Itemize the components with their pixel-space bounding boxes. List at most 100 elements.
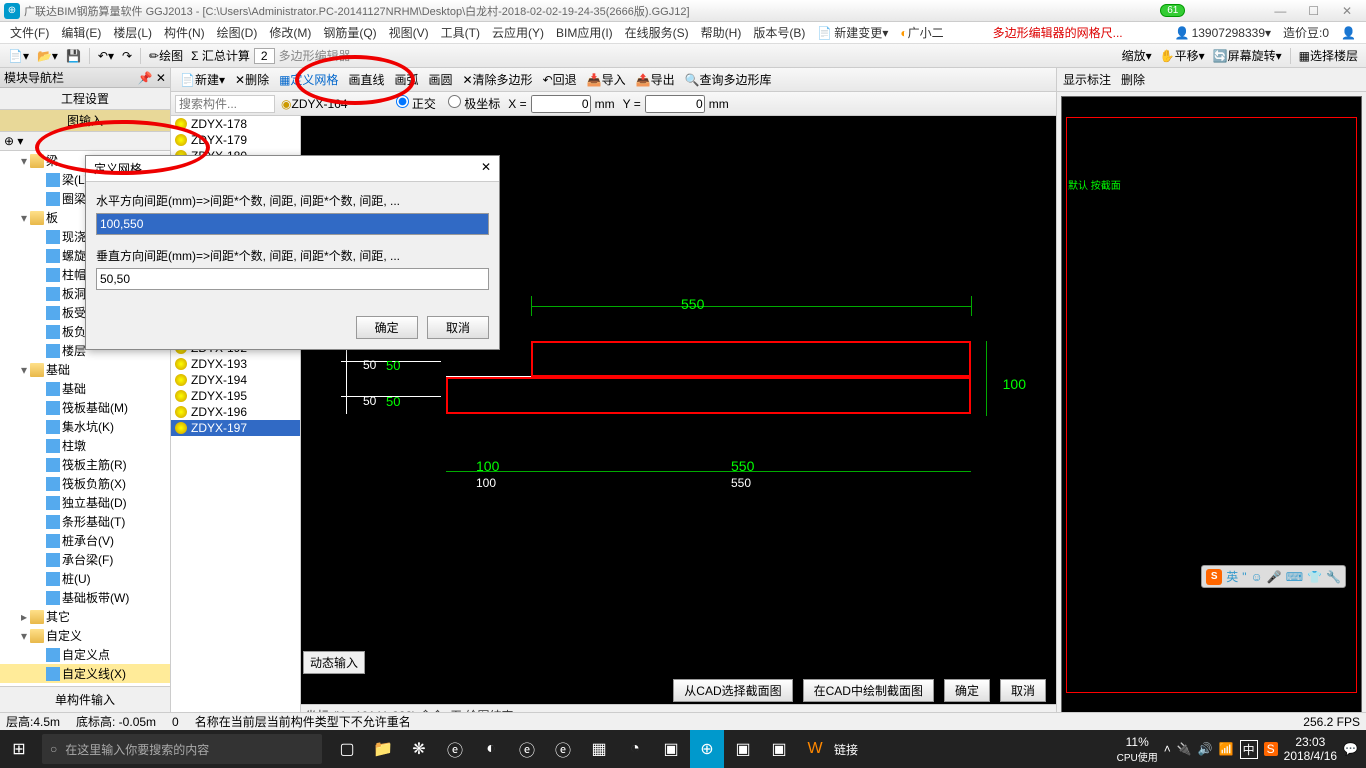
tree-item[interactable]: 自定义线(X) bbox=[0, 664, 170, 683]
avatar-icon[interactable]: 👤 bbox=[1335, 26, 1362, 40]
app-icon-6[interactable]: ▣ bbox=[762, 730, 796, 768]
back-button[interactable]: ↶ 回退 bbox=[538, 71, 582, 88]
list-item[interactable]: ZDYX-178 bbox=[171, 116, 300, 132]
tree-item[interactable]: 桩承台(V) bbox=[0, 531, 170, 550]
app-icon-3[interactable]: ◔ bbox=[618, 730, 652, 768]
maximize-button[interactable]: ☐ bbox=[1299, 4, 1329, 18]
tree-item[interactable]: 基础 bbox=[0, 379, 170, 398]
ortho-radio[interactable]: 正交 bbox=[396, 95, 436, 112]
menu-bim[interactable]: BIM应用(I) bbox=[550, 24, 619, 41]
clear-polygon-button[interactable]: ✕ 清除多边形 bbox=[457, 71, 537, 88]
selected-item[interactable]: ZDYX-164 bbox=[291, 97, 347, 111]
tree-item[interactable]: 承台梁(F) bbox=[0, 550, 170, 569]
menu-edit[interactable]: 编辑(E) bbox=[55, 24, 107, 41]
link-label[interactable]: 链接 bbox=[834, 730, 858, 768]
menu-rebar[interactable]: 钢筋量(Q) bbox=[317, 24, 382, 41]
ime-skin-icon[interactable]: 👕 bbox=[1307, 570, 1322, 584]
new-button[interactable]: 📄 新建 ▾ bbox=[175, 71, 230, 88]
draw-arc-button[interactable]: 画弧 bbox=[389, 71, 423, 88]
tray-network-icon[interactable]: 📶 bbox=[1219, 742, 1234, 756]
delete-button[interactable]: ✕ 删除 bbox=[230, 71, 274, 88]
dialog-close-button[interactable]: ✕ bbox=[481, 160, 491, 177]
ime-keyboard-icon[interactable]: ⌨ bbox=[1286, 570, 1303, 584]
tray-clock[interactable]: 23:032018/4/16 bbox=[1284, 735, 1337, 764]
sum-button[interactable]: Σ 汇总计算 bbox=[187, 47, 254, 64]
notification-badge[interactable]: 61 bbox=[1160, 4, 1185, 17]
import-button[interactable]: 📥 导入 bbox=[582, 71, 631, 88]
x-input[interactable] bbox=[531, 95, 591, 113]
preview-canvas[interactable]: 默认 按截面 bbox=[1061, 96, 1362, 734]
draw-circle-button[interactable]: 画圆 bbox=[423, 71, 457, 88]
input-tab[interactable]: 图输入 bbox=[0, 110, 170, 132]
redo-button[interactable]: ↷ bbox=[118, 49, 136, 63]
menu-tool[interactable]: 工具(T) bbox=[435, 24, 486, 41]
ime-mic-icon[interactable]: 🎤 bbox=[1267, 570, 1282, 584]
tree-item[interactable]: ▾基础 bbox=[0, 360, 170, 379]
menu-online[interactable]: 在线服务(S) bbox=[619, 24, 695, 41]
tray-notification-icon[interactable]: 💬 bbox=[1343, 742, 1358, 756]
export-button[interactable]: 📤 导出 bbox=[631, 71, 680, 88]
tray-up-icon[interactable]: ˄ bbox=[1164, 742, 1171, 756]
tree-item[interactable]: 桩(U) bbox=[0, 569, 170, 588]
zoom-button[interactable]: 缩放 ▾ bbox=[1118, 47, 1156, 64]
tree-item[interactable]: 自定义点 bbox=[0, 645, 170, 664]
new-change-button[interactable]: 📄新建变更 ▾ bbox=[811, 24, 894, 41]
horizontal-input[interactable] bbox=[96, 213, 489, 235]
start-button[interactable]: ⊞ bbox=[0, 730, 38, 768]
toolbar-num[interactable]: 2 bbox=[254, 48, 275, 64]
cad-draw-button[interactable]: 在CAD中绘制截面图 bbox=[803, 679, 934, 702]
wps-icon[interactable]: W bbox=[798, 730, 832, 768]
floor-select-button[interactable]: ▦ 选择楼层 bbox=[1295, 47, 1362, 64]
list-item[interactable]: ZDYX-195 bbox=[171, 388, 300, 404]
polar-radio[interactable]: 极坐标 bbox=[448, 95, 500, 112]
tree-item[interactable]: 筏板主筋(R) bbox=[0, 455, 170, 474]
360-icon[interactable]: ◐ bbox=[474, 730, 508, 768]
menu-help[interactable]: 帮助(H) bbox=[695, 24, 748, 41]
side-text[interactable]: 多边形编辑器的网格尺... bbox=[987, 24, 1129, 41]
tree-item[interactable]: 筏板负筋(X) bbox=[0, 474, 170, 493]
app-icon-2[interactable]: ▦ bbox=[582, 730, 616, 768]
show-annotation-button[interactable]: 显示标注 bbox=[1063, 71, 1111, 88]
menu-file[interactable]: 文件(F) bbox=[4, 24, 55, 41]
ggj-icon[interactable]: ⊕ bbox=[690, 730, 724, 768]
define-grid-button[interactable]: ▦ 定义网格 bbox=[274, 71, 343, 88]
cad-select-button[interactable]: 从CAD选择截面图 bbox=[673, 679, 792, 702]
close-button[interactable]: ✕ bbox=[1332, 4, 1362, 18]
menu-component[interactable]: 构件(N) bbox=[158, 24, 211, 41]
save-button[interactable]: 💾 bbox=[62, 49, 85, 63]
new-file-button[interactable]: 📄▾ bbox=[4, 49, 33, 63]
list-item[interactable]: ZDYX-179 bbox=[171, 132, 300, 148]
tree-item[interactable]: ▸其它 bbox=[0, 607, 170, 626]
menu-modify[interactable]: 修改(M) bbox=[263, 24, 317, 41]
taskbar-search[interactable]: ○ 在这里输入你要搜索的内容 bbox=[42, 734, 322, 764]
right-delete-button[interactable]: 删除 bbox=[1121, 71, 1145, 88]
dynamic-input-button[interactable]: 动态输入 bbox=[303, 651, 365, 674]
list-item[interactable]: ZDYX-196 bbox=[171, 404, 300, 420]
coin-label[interactable]: 造价豆:0 bbox=[1277, 24, 1335, 41]
tray-ime-icon[interactable]: 中 bbox=[1240, 740, 1258, 759]
rotate-button[interactable]: 🔄 屏幕旋转 ▾ bbox=[1209, 47, 1286, 64]
phone-label[interactable]: 👤13907298339 ▾ bbox=[1169, 26, 1277, 40]
ime-emoji-icon[interactable]: ☺ bbox=[1251, 570, 1263, 584]
explorer-icon[interactable]: 📁 bbox=[366, 730, 400, 768]
app-icon-4[interactable]: ▣ bbox=[654, 730, 688, 768]
list-item[interactable]: ZDYX-193 bbox=[171, 356, 300, 372]
menu-version[interactable]: 版本号(B) bbox=[747, 24, 811, 41]
tree-item[interactable]: 柱墩 bbox=[0, 436, 170, 455]
cpu-meter[interactable]: 11%CPU使用 bbox=[1117, 735, 1158, 764]
tree-item[interactable]: ▾自定义 bbox=[0, 626, 170, 645]
ime-tool-icon[interactable]: 🔧 bbox=[1326, 570, 1341, 584]
dialog-cancel-button[interactable]: 取消 bbox=[427, 316, 489, 339]
tree-item[interactable]: 独立基础(D) bbox=[0, 493, 170, 512]
y-input[interactable] bbox=[645, 95, 705, 113]
tray-battery-icon[interactable]: 🔌 bbox=[1177, 742, 1192, 756]
draw-button[interactable]: ✏ 绘图 bbox=[145, 47, 187, 64]
tray-volume-icon[interactable]: 🔊 bbox=[1198, 742, 1213, 756]
single-input-button[interactable]: 单构件输入 bbox=[0, 686, 170, 712]
list-item[interactable]: ZDYX-194 bbox=[171, 372, 300, 388]
app-icon-5[interactable]: ▣ bbox=[726, 730, 760, 768]
cancel-button[interactable]: 取消 bbox=[1000, 679, 1046, 702]
menu-floor[interactable]: 楼层(L) bbox=[107, 24, 158, 41]
ime-lang[interactable]: 英 bbox=[1226, 568, 1238, 585]
list-item[interactable]: ZDYX-197 bbox=[171, 420, 300, 436]
